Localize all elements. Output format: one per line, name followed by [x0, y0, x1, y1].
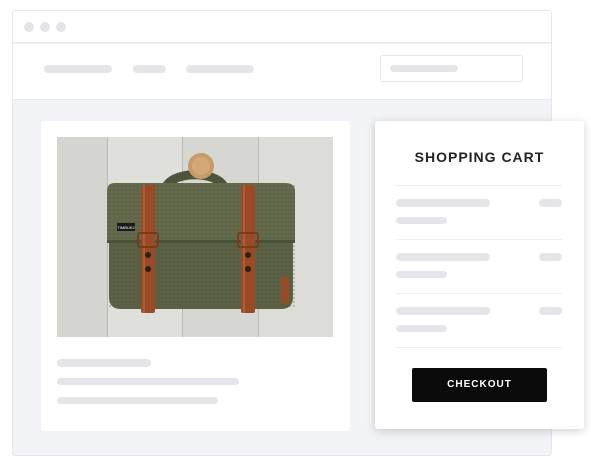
search-placeholder: [390, 65, 458, 72]
cart-item[interactable]: [396, 185, 562, 239]
window-close-dot[interactable]: [24, 22, 34, 32]
cart-item-name-placeholder: [396, 199, 490, 207]
product-image[interactable]: TIMBUK2: [57, 137, 333, 337]
nav-link-placeholder[interactable]: [186, 65, 254, 73]
cart-item-detail-placeholder: [396, 217, 447, 224]
cart-item-name-placeholder: [396, 253, 490, 261]
product-card: TIMBUK2: [41, 121, 350, 431]
product-description-placeholder: [57, 397, 218, 404]
checkout-button[interactable]: CHECKOUT: [412, 368, 547, 402]
cart-item-detail-placeholder: [396, 271, 447, 278]
bag-illustration: TIMBUK2: [57, 137, 333, 337]
nav-link-placeholder[interactable]: [133, 65, 166, 73]
cart-item-name-placeholder: [396, 307, 490, 315]
site-navbar: [13, 44, 551, 100]
cart-item[interactable]: [396, 239, 562, 293]
window-maximize-dot[interactable]: [56, 22, 66, 32]
cart-divider: [396, 347, 562, 348]
cart-item[interactable]: [396, 293, 562, 347]
cart-item-price-placeholder: [539, 199, 562, 207]
cart-item-detail-placeholder: [396, 325, 447, 332]
cart-item-price-placeholder: [539, 307, 562, 315]
shopping-cart-panel: SHOPPING CART CHECKOUT: [375, 121, 584, 429]
window-minimize-dot[interactable]: [40, 22, 50, 32]
nav-link-placeholder[interactable]: [44, 65, 112, 73]
bag-brand-label: TIMBUK2: [117, 225, 135, 230]
cart-item-price-placeholder: [539, 253, 562, 261]
browser-titlebar: [13, 11, 551, 43]
search-input[interactable]: [380, 55, 523, 82]
cart-title: SHOPPING CART: [414, 149, 545, 165]
product-description-placeholder: [57, 378, 239, 385]
product-title-placeholder: [57, 359, 151, 367]
